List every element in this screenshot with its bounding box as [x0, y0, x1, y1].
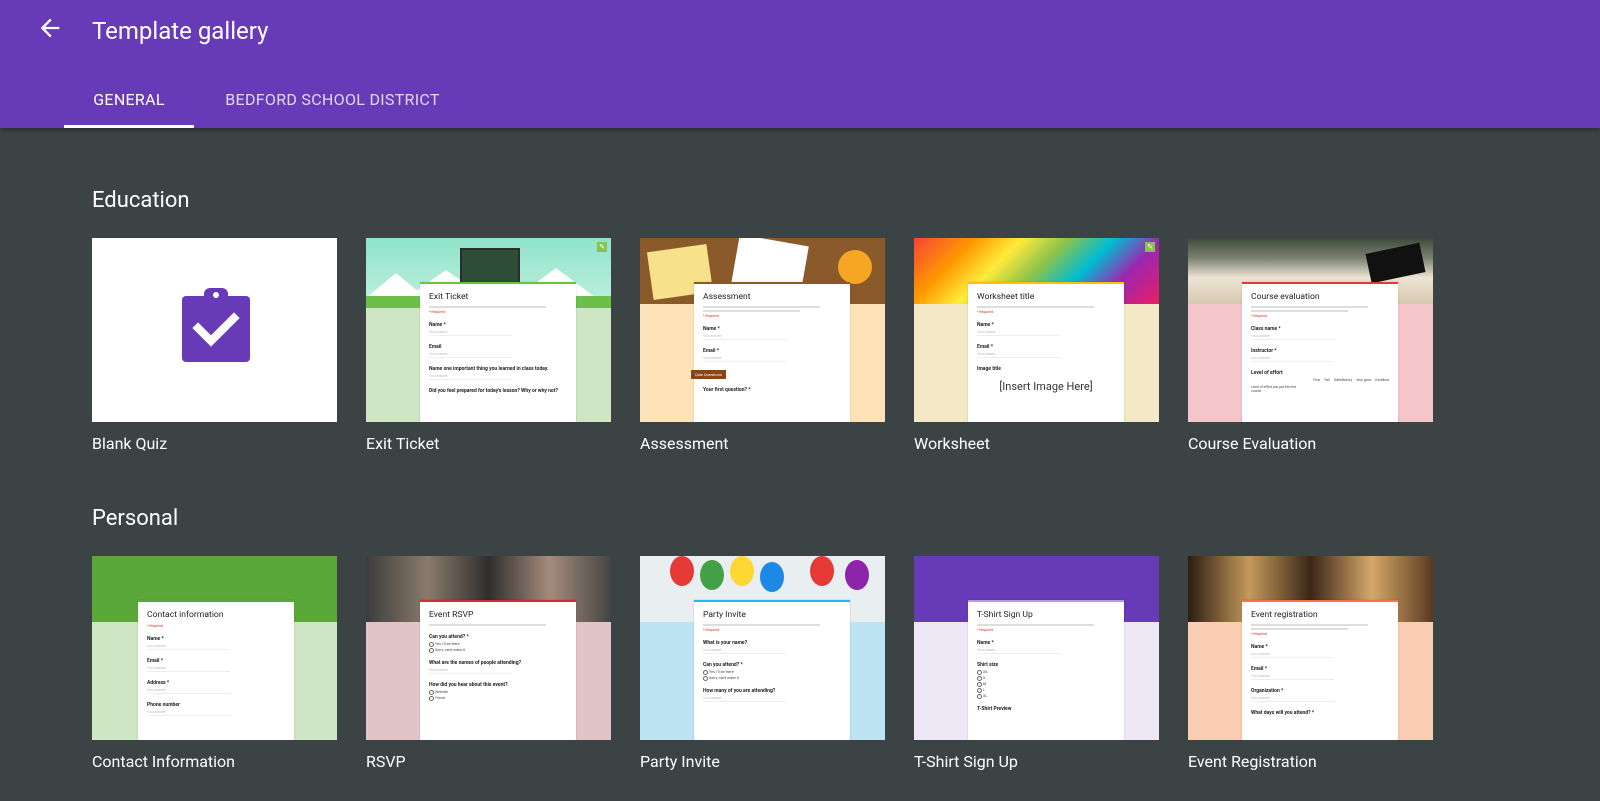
template-thumbnail: T-Shirt Sign Up * Required Name * Your a…: [914, 556, 1159, 740]
template-label: T-Shirt Sign Up: [914, 752, 1018, 771]
template-label: Worksheet: [914, 434, 990, 453]
template-thumbnail: Event registration * Required Name * You…: [1188, 556, 1433, 740]
edit-icon: ✎: [1145, 242, 1155, 252]
template-label: Course Evaluation: [1188, 434, 1317, 453]
form-preview: Party Invite * Required What is your nam…: [694, 600, 850, 740]
template-thumbnail: [92, 238, 337, 422]
template-label: Blank Quiz: [92, 434, 168, 453]
template-thumbnail: Contact information * Required Name * Yo…: [92, 556, 337, 740]
form-preview: Worksheet title * Required Name * Your a…: [968, 282, 1124, 422]
form-preview: Event registration * Required Name * You…: [1242, 600, 1398, 740]
template-label: Contact Information: [92, 752, 236, 771]
app-bar: Template gallery GENERAL BEDFORD SCHOOL …: [0, 0, 1600, 128]
form-preview: Event RSVP Can you attend? * Yes, I'll b…: [420, 600, 576, 740]
form-preview: T-Shirt Sign Up * Required Name * Your a…: [968, 600, 1124, 740]
form-preview: Contact information * Required Name * Yo…: [138, 600, 294, 740]
template-label: Assessment: [640, 434, 729, 453]
form-preview: Exit Ticket * Required Name * Your answe…: [420, 282, 576, 422]
template-label: Exit Ticket: [366, 434, 440, 453]
template-label: Party Invite: [640, 752, 720, 771]
template-thumbnail: ✎ Exit Ticket * Required Name * Your ans…: [366, 238, 611, 422]
form-preview: Course evaluation * Required Class name …: [1242, 282, 1398, 422]
section-title-personal: Personal: [92, 506, 179, 531]
tab-indicator: [64, 125, 194, 128]
template-thumbnail: Party Invite * Required What is your nam…: [640, 556, 885, 740]
template-thumbnail: Course evaluation * Required Class name …: [1188, 238, 1433, 422]
template-label: Event Registration: [1188, 752, 1317, 771]
section-title-education: Education: [92, 188, 190, 213]
template-label: RSVP: [366, 752, 406, 771]
page-title: Template gallery: [92, 17, 269, 45]
template-thumbnail: Event RSVP Can you attend? * Yes, I'll b…: [366, 556, 611, 740]
tab-general[interactable]: GENERAL: [64, 80, 194, 128]
template-thumbnail: ✎ Worksheet title * Required Name * Your…: [914, 238, 1159, 422]
back-arrow-icon[interactable]: [36, 14, 64, 42]
quiz-clipboard-icon: [182, 288, 250, 362]
template-thumbnail: Assessment * Required Name * Your answer…: [640, 238, 885, 422]
edit-icon: ✎: [597, 242, 607, 252]
tab-bedford-school-district[interactable]: BEDFORD SCHOOL DISTRICT: [210, 80, 455, 128]
form-preview: Assessment * Required Name * Your answer…: [691, 282, 850, 422]
